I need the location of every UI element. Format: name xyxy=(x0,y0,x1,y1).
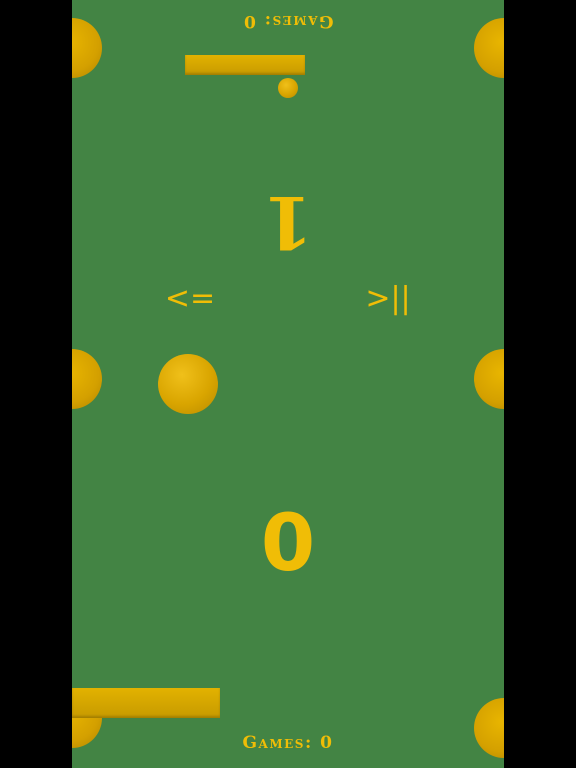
back-button[interactable]: <= xyxy=(160,284,220,314)
bottom-player-paddle[interactable] xyxy=(72,688,220,718)
game-field: Games: 0 1 <= >|| 0 Games: 0 xyxy=(72,0,504,768)
top-player-paddle[interactable] xyxy=(185,55,305,75)
top-player-score: 1 xyxy=(262,180,314,265)
puck xyxy=(158,354,218,414)
bottom-player-score: 0 xyxy=(260,499,316,589)
play-pause-button[interactable]: >|| xyxy=(358,284,418,314)
game-ball xyxy=(278,78,298,98)
side-pocket-middle-left xyxy=(72,349,102,409)
bottom-player-games-counter: Games: 0 xyxy=(242,733,334,753)
top-player-games-counter: Games: 0 xyxy=(242,11,334,31)
side-pocket-middle-right xyxy=(474,349,504,409)
